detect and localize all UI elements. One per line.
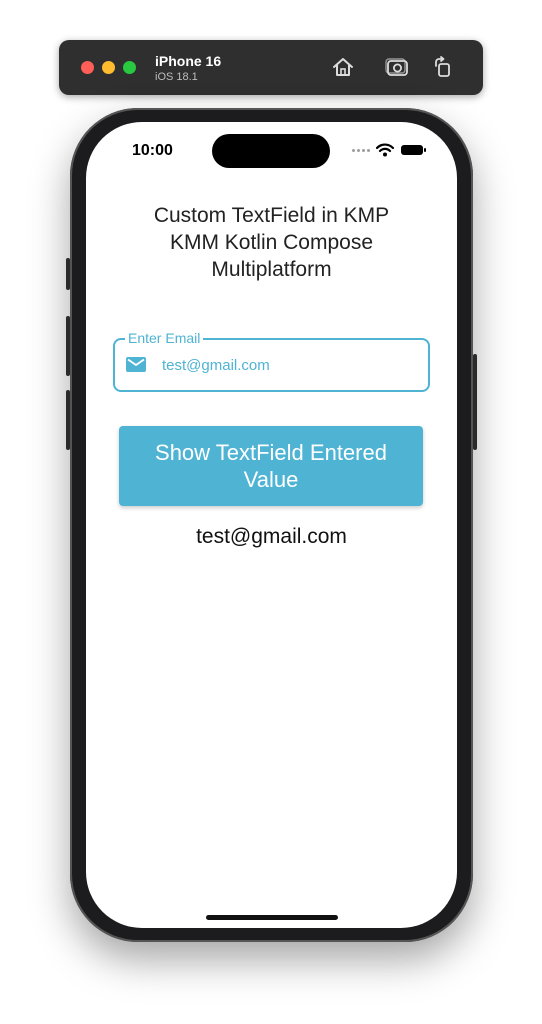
email-input[interactable] bbox=[162, 354, 412, 376]
show-value-button[interactable]: Show TextField Entered Value bbox=[119, 426, 423, 506]
wifi-icon bbox=[376, 143, 394, 157]
camera-icon bbox=[385, 58, 408, 76]
page-title: Custom TextField in KMP KMM Kotlin Compo… bbox=[106, 202, 437, 283]
power-button bbox=[473, 354, 477, 450]
rotate-button[interactable] bbox=[430, 54, 456, 80]
email-text-field[interactable]: Enter Email bbox=[113, 329, 430, 392]
title-line-1: Custom TextField in KMP bbox=[153, 204, 390, 227]
battery-icon bbox=[401, 145, 426, 155]
close-window-button[interactable] bbox=[81, 61, 94, 74]
os-version: iOS 18.1 bbox=[155, 71, 198, 83]
device-name: iPhone 16 bbox=[155, 53, 222, 69]
entered-value-text: test@gmail.com bbox=[196, 525, 347, 548]
phone-screen: 10:00 Custom TextField in KMP KMM Kotlin… bbox=[86, 122, 457, 928]
action-button bbox=[66, 258, 70, 290]
cellular-signal-icon bbox=[352, 149, 372, 152]
volume-up-button bbox=[66, 316, 70, 376]
simulator-title-bar: iPhone 16 iOS 18.1 bbox=[59, 40, 483, 95]
house-icon bbox=[333, 58, 353, 76]
volume-down-button bbox=[66, 390, 70, 450]
email-field-label: Enter Email bbox=[125, 329, 204, 347]
mail-icon bbox=[126, 357, 146, 372]
minimize-window-button[interactable] bbox=[102, 61, 115, 74]
dynamic-island bbox=[212, 134, 330, 168]
zoom-window-button[interactable] bbox=[123, 61, 136, 74]
home-button[interactable] bbox=[330, 54, 356, 80]
status-time: 10:00 bbox=[132, 142, 173, 159]
title-line-2: KMM Kotlin Compose bbox=[169, 231, 374, 254]
home-indicator[interactable] bbox=[206, 915, 338, 920]
title-line-3: Multiplatform bbox=[211, 258, 332, 281]
rotate-icon bbox=[435, 56, 450, 77]
screenshot-button[interactable] bbox=[384, 54, 410, 80]
